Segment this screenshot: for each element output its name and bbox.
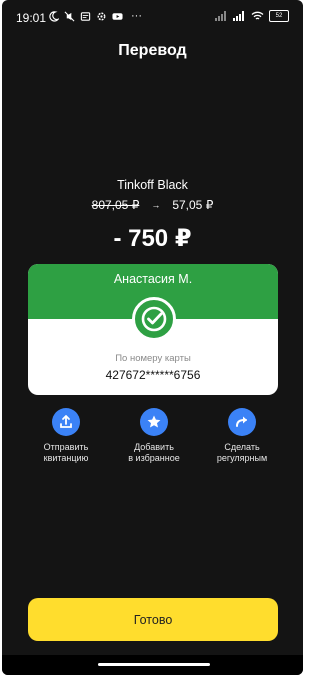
status-bar: 19:01 ··· 52 [2, 0, 303, 32]
transfer-method-label: По номеру карты [115, 353, 191, 364]
transfer-amount: - 750 ₽ [113, 225, 192, 252]
action-buttons: Отправить квитанцию Добавить в избранное… [26, 408, 282, 468]
recipient-card: Анастасия М. По номеру карты 427672*****… [28, 264, 278, 395]
mute-icon [64, 11, 75, 21]
moon-icon [49, 10, 59, 22]
settings-icon [97, 12, 106, 20]
balance-before: 807,05 ₽ [91, 198, 140, 212]
done-button-label: Готово [133, 612, 173, 627]
youtube-icon [112, 12, 123, 20]
upload-icon [52, 408, 80, 436]
repeat-icon [228, 408, 256, 436]
recipient-name: Анастасия М. [113, 272, 193, 286]
send-receipt-label: Отправить квитанцию [43, 442, 89, 463]
send-receipt-button[interactable]: Отправить квитанцию [26, 408, 106, 464]
status-time: 19:01 [16, 11, 47, 25]
bank-logo-icon [132, 297, 176, 341]
notification-icon [80, 11, 91, 21]
page-title: Перевод [118, 42, 187, 59]
home-indicator[interactable] [98, 663, 210, 666]
star-icon [140, 408, 168, 436]
more-indicator: ··· [131, 10, 142, 22]
battery-icon: 52 [269, 10, 289, 22]
card-number: 427672******6756 [105, 368, 201, 382]
signal-icon [233, 11, 244, 21]
transfer-screen: 19:01 ··· 52 Перевод Tinkoff Black 807,0… [2, 0, 303, 675]
arrow-icon: → [151, 200, 161, 210]
done-button[interactable]: Готово [28, 598, 278, 641]
balance-change: 807,05 ₽ → 57,05 ₽ [2, 198, 303, 212]
add-to-favorites-button[interactable]: Добавить в избранное [114, 408, 194, 464]
make-regular-button[interactable]: Сделать регулярным [202, 408, 282, 464]
status-icons-right: 52 [215, 10, 289, 22]
make-regular-label: Сделать регулярным [216, 442, 268, 463]
status-icons-left: ··· [48, 10, 142, 22]
signal-icon [215, 11, 226, 21]
battery-level: 52 [275, 13, 283, 19]
wifi-icon [251, 11, 264, 20]
balance-after: 57,05 ₽ [172, 198, 214, 212]
account-name: Tinkoff Black [117, 178, 188, 192]
add-to-favorites-label: Добавить в избранное [128, 442, 180, 463]
